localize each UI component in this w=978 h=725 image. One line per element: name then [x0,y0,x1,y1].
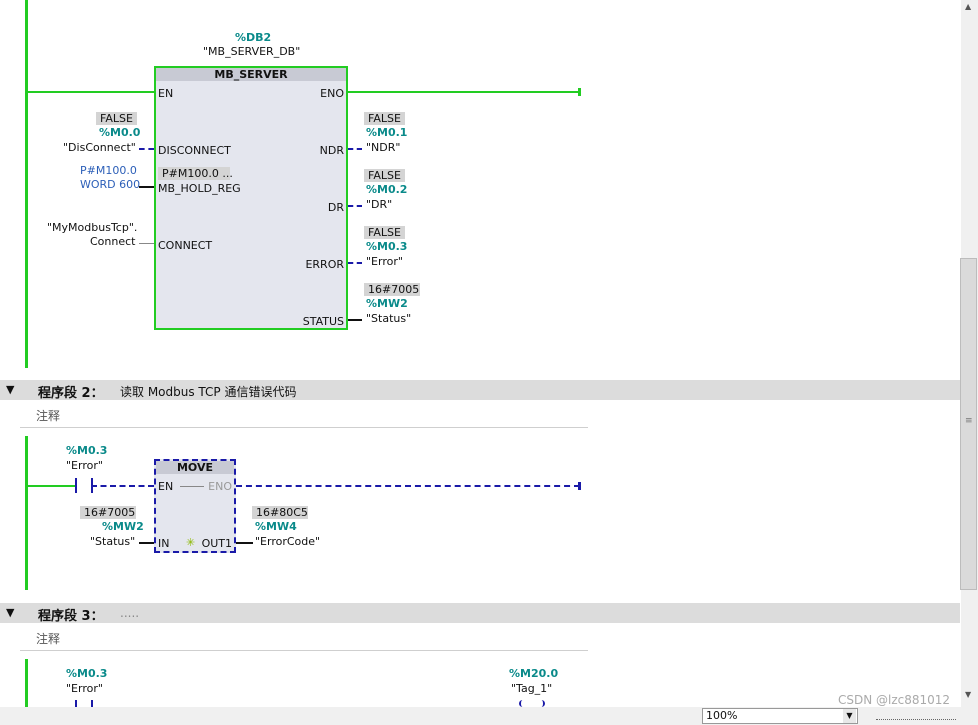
pin-dr: DR [327,201,344,214]
contact-wire-right [91,485,154,487]
move-eno-wire [236,485,580,487]
move-block-title: MOVE [156,461,234,474]
move-out-tag[interactable]: "ErrorCode" [255,535,320,548]
zoom-value: 100% [706,709,738,722]
pin-mb-hold-reg: MB_HOLD_REG [158,182,241,195]
mb-server-block[interactable]: MB_SERVER EN ENO DISCONNECT P#M100.0 ...… [154,66,348,330]
eno-wire-end-2 [578,482,581,490]
zoom-slider[interactable] [876,715,956,720]
vertical-scrollbar[interactable]: ▲ ≡ ▼ [960,0,978,707]
pin-disconnect: DISCONNECT [158,144,231,157]
ndr-value: FALSE [364,112,405,125]
contact-address: %M0.3 [66,444,108,457]
segment-3-title[interactable]: ..... [120,606,139,620]
connect-tag-line2[interactable]: Connect [90,235,135,248]
error-address: %M0.3 [366,240,408,253]
dr-address: %M0.2 [366,183,408,196]
db-address: %DB2 [235,31,272,44]
block-title: MB_SERVER [156,68,346,81]
grip-icon: ≡ [965,416,973,426]
status-tag[interactable]: "Status" [366,312,411,325]
segment-3-comment[interactable]: 注释 [20,628,588,651]
move-pin-en: EN [158,480,174,493]
pin-status: STATUS [302,315,344,328]
dr-wire [348,205,362,207]
move-out-wire [236,542,253,544]
disconnect-address: %M0.0 [99,126,141,139]
contact-tag[interactable]: "Error" [66,459,103,472]
collapse-icon[interactable]: ▼ [6,606,14,619]
move-in-address: %MW2 [102,520,144,533]
power-rail-segment-1 [25,0,28,368]
seg3-contact-tag[interactable]: "Error" [66,682,103,695]
connect-wire [139,243,154,244]
disconnect-value: FALSE [96,112,137,125]
ndr-tag[interactable]: "NDR" [366,141,400,154]
contact-wire-left [28,485,75,487]
ndr-address: %M0.1 [366,126,408,139]
coil-symbol[interactable] [519,700,545,707]
eno-wire-end [578,88,581,96]
status-bar: 100% ▼ CSDN @lzc881012 [0,693,978,725]
hold-reg-line2[interactable]: WORD 600 [80,178,140,191]
seg3-contact-address: %M0.3 [66,667,108,680]
status-value: 16#7005 [364,283,420,296]
move-pin-eno: ENO [208,480,232,493]
comment-label: 注释 [36,409,61,423]
dr-tag[interactable]: "DR" [366,198,392,211]
coil-tag[interactable]: "Tag_1" [511,682,552,695]
dr-value: FALSE [364,169,405,182]
chevron-down-icon[interactable]: ▼ [843,709,856,723]
segment-2-header[interactable]: ▼ 程序段 2： 读取 Modbus TCP 通信错误代码 [0,380,960,401]
eno-wire [348,91,580,93]
seg3-contact-symbol[interactable] [75,700,93,707]
error-wire [348,262,362,264]
pin-connect: CONNECT [158,239,213,252]
error-tag[interactable]: "Error" [366,255,403,268]
star-icon: ✳ [186,536,196,549]
pin-eno: ENO [320,87,344,100]
segment-2-label: 程序段 2： [38,386,104,401]
move-out-value: 16#80C5 [252,506,308,519]
connect-tag-line1[interactable]: "MyModbusTcp". [47,221,137,234]
scroll-up-icon[interactable]: ▲ [965,2,971,11]
move-in-tag[interactable]: "Status" [90,535,135,548]
segment-2-title[interactable]: 读取 Modbus TCP 通信错误代码 [120,383,296,400]
status-wire [348,319,362,321]
power-rail-segment-2 [25,436,28,590]
collapse-icon[interactable]: ▼ [6,383,14,396]
ndr-wire [348,148,362,150]
scroll-down-icon[interactable]: ▼ [965,690,971,699]
hold-reg-value: P#M100.0 ... [158,167,233,180]
move-block[interactable]: MOVE EN ENO IN ✳ OUT1 [154,459,236,553]
disconnect-wire [139,148,154,150]
pin-ndr: NDR [319,144,344,157]
comment-label: 注释 [36,632,61,646]
zoom-select[interactable]: 100% ▼ [702,708,858,724]
status-address: %MW2 [366,297,408,310]
move-in-value: 16#7005 [80,506,136,519]
move-pin-out1: OUT1 [201,537,232,550]
move-in-wire [139,542,154,544]
pin-en: EN [158,87,174,100]
error-value: FALSE [364,226,405,239]
hold-reg-line1[interactable]: P#M100.0 [80,164,137,177]
db-name[interactable]: "MB_SERVER_DB" [203,45,300,58]
segment-3-header[interactable]: ▼ 程序段 3： ..... [0,603,960,624]
power-rail-segment-3 [25,659,28,707]
en-wire [28,91,154,93]
pin-error: ERROR [305,258,344,271]
watermark: CSDN @lzc881012 [838,693,951,707]
move-out-address: %MW4 [255,520,297,533]
disconnect-tag[interactable]: "DisConnect" [63,141,136,154]
segment-2-comment[interactable]: 注释 [20,405,588,428]
hold-reg-wire [139,186,154,188]
move-en-eno-line [180,486,204,487]
coil-address: %M20.0 [509,667,559,680]
move-pin-in: IN [158,537,170,550]
segment-3-label: 程序段 3： [38,609,104,624]
